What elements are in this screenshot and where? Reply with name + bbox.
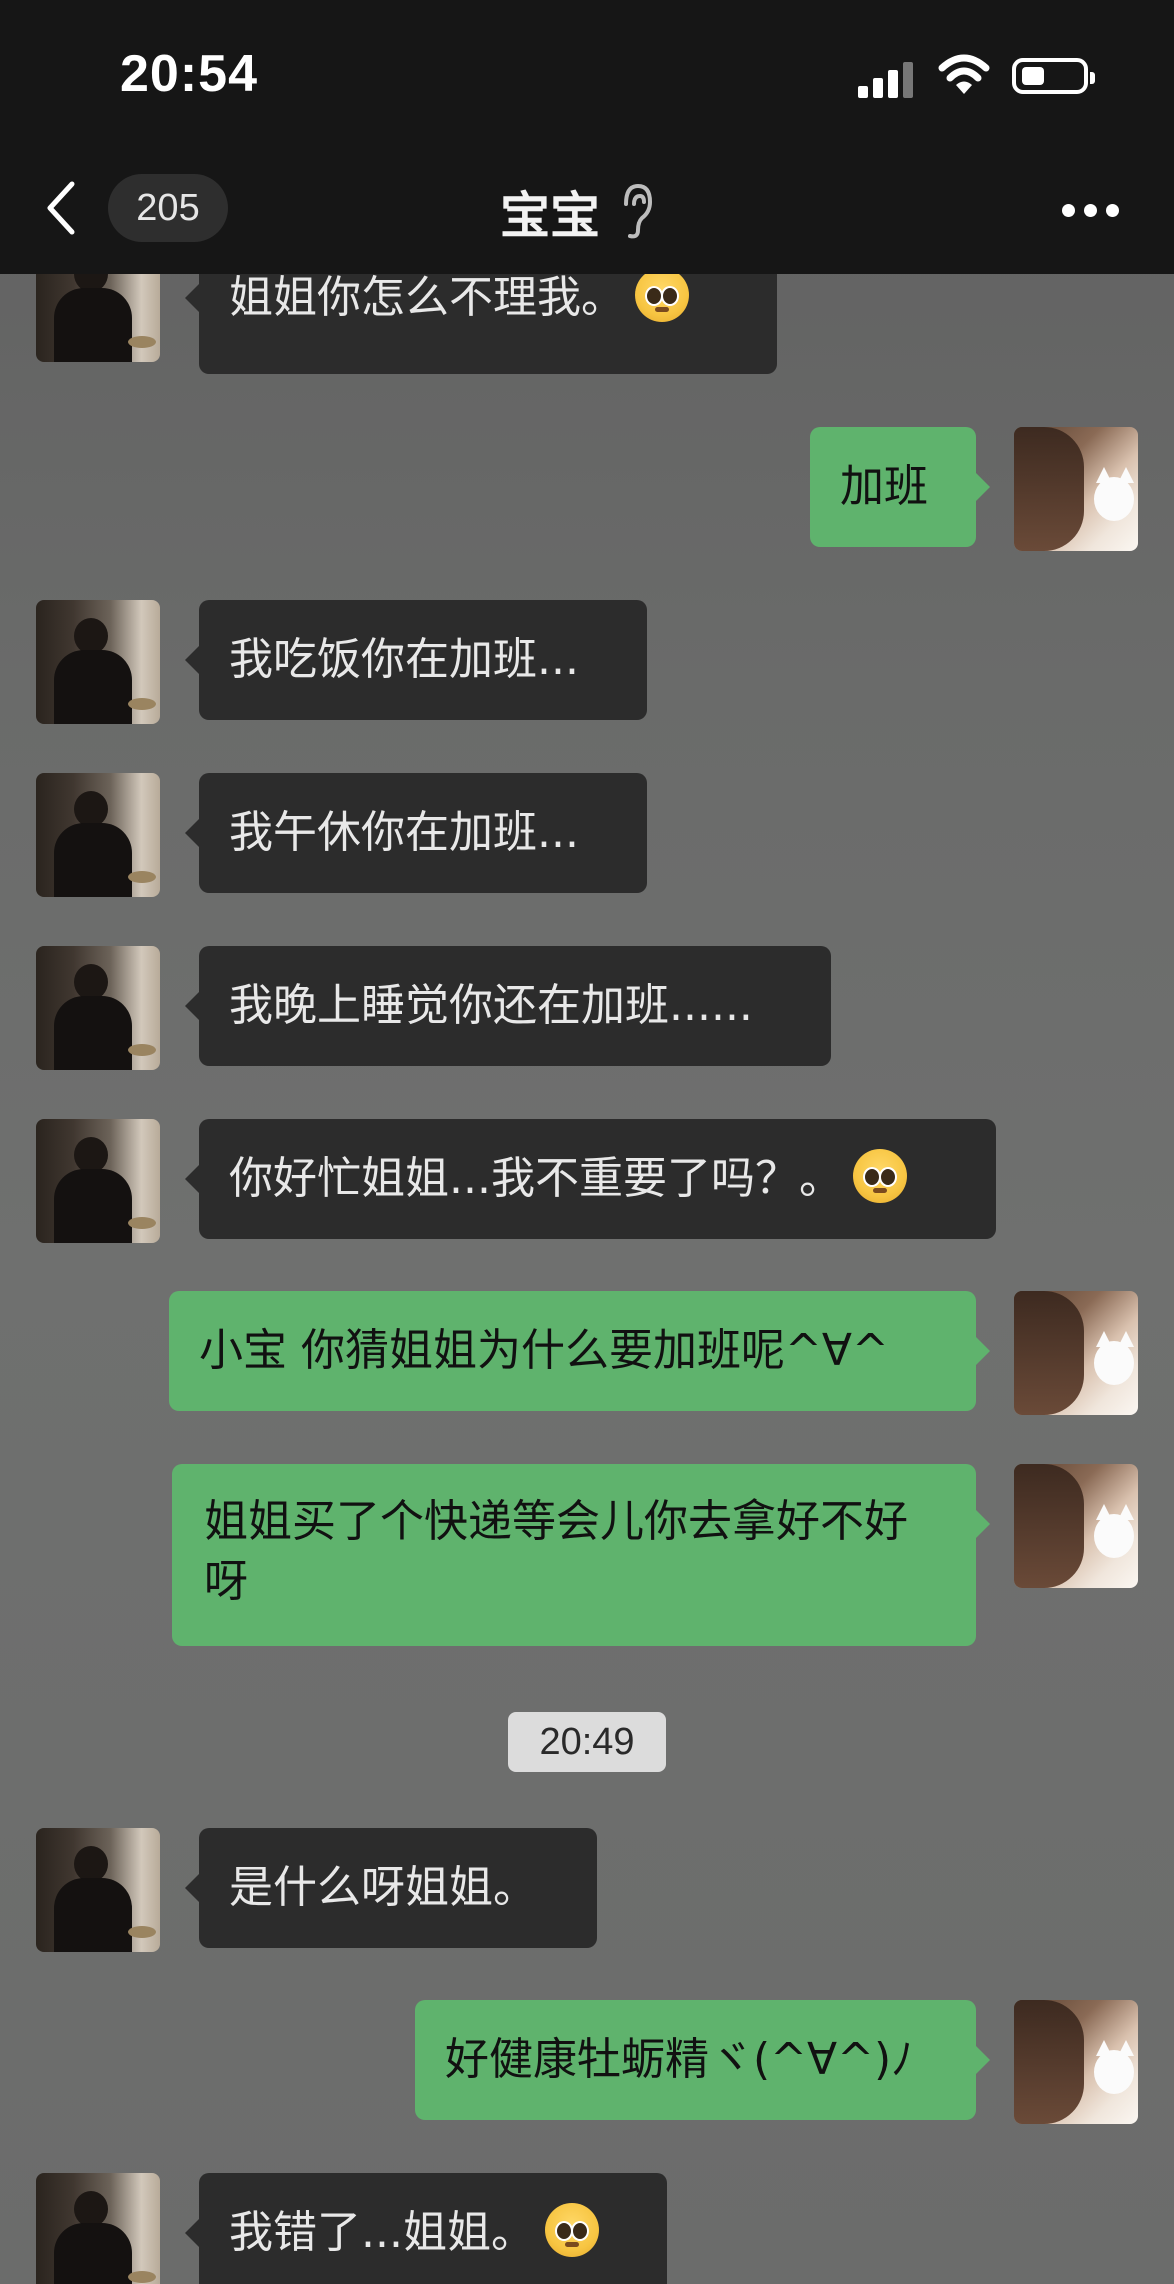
message-text: 我午休你在加班... (229, 807, 579, 858)
message-bubble-received[interactable]: 我错了...姐姐。 (185, 2173, 667, 2284)
wifi-icon (938, 54, 990, 94)
message-bubble-sent[interactable]: 好健康牡蛎精ヾ(^∀^)ﾉ (415, 2000, 990, 2120)
message-text: 姐姐买了个快递等会儿你去拿好不好呀 (204, 1496, 908, 1607)
contact-avatar[interactable] (36, 274, 160, 362)
user-avatar[interactable] (1014, 2000, 1138, 2124)
contact-avatar[interactable] (36, 1828, 160, 1952)
message-timestamp: 20:49 (508, 1712, 666, 1772)
message-text: 姐姐你怎么不理我。 (229, 274, 625, 323)
unread-count-badge[interactable]: 205 (108, 174, 228, 242)
cellular-signal-icon (858, 58, 918, 98)
chat-title: 宝宝 (500, 187, 600, 245)
more-options-icon[interactable] (1062, 204, 1120, 218)
ear-icon (624, 183, 653, 239)
contact-avatar[interactable] (36, 773, 160, 897)
message-bubble-received[interactable]: 我吃饭你在加班... (185, 600, 647, 720)
pleading-face-emoji-icon (544, 2203, 599, 2257)
message-text: 我错了...姐姐。 (229, 2207, 535, 2258)
message-text: 好健康牡蛎精ヾ(^∀^)ﾉ (445, 2034, 914, 2085)
pleading-face-emoji-icon (635, 274, 689, 322)
message-list[interactable]: 姐姐你怎么不理我。 加班 我吃饭你在加班... 我午休你在加班... 我晚上睡觉… (0, 274, 1174, 2284)
user-avatar[interactable] (1014, 1291, 1138, 1415)
message-text: 小宝 你猜姐姐为什么要加班呢^∀^ (199, 1325, 889, 1376)
user-avatar[interactable] (1014, 1464, 1138, 1588)
message-text: 加班 (840, 461, 928, 512)
status-time: 20:54 (120, 45, 258, 103)
contact-avatar[interactable] (36, 2173, 160, 2284)
message-bubble-received[interactable]: 是什么呀姐姐。 (185, 1828, 597, 1948)
message-bubble-sent[interactable]: 姐姐买了个快递等会儿你去拿好不好呀 (172, 1464, 990, 1646)
message-bubble-received[interactable]: 我午休你在加班... (185, 773, 647, 893)
message-text: 是什么呀姐姐。 (229, 1862, 537, 1913)
message-bubble-sent[interactable]: 小宝 你猜姐姐为什么要加班呢^∀^ (169, 1291, 990, 1411)
contact-avatar[interactable] (36, 1119, 160, 1243)
message-bubble-received[interactable]: 姐姐你怎么不理我。 (185, 274, 777, 374)
message-bubble-received[interactable]: 我晚上睡觉你还在加班...... (185, 946, 831, 1066)
contact-avatar[interactable] (36, 946, 160, 1070)
message-bubble-sent[interactable]: 加班 (810, 427, 990, 547)
contact-avatar[interactable] (36, 600, 160, 724)
message-text: 我晚上睡觉你还在加班...... (229, 980, 753, 1031)
pleading-face-emoji-icon (852, 1149, 907, 1203)
status-bar: 20:54 (0, 0, 1174, 150)
message-text: 你好忙姐姐...我不重要了吗？。 (229, 1153, 843, 1204)
battery-icon (1012, 58, 1095, 94)
back-chevron-icon[interactable] (42, 178, 82, 238)
message-bubble-received[interactable]: 你好忙姐姐...我不重要了吗？。 (185, 1119, 996, 1239)
chat-header: 205 宝宝 (0, 150, 1174, 274)
user-avatar[interactable] (1014, 427, 1138, 551)
message-text: 我吃饭你在加班... (229, 634, 579, 685)
